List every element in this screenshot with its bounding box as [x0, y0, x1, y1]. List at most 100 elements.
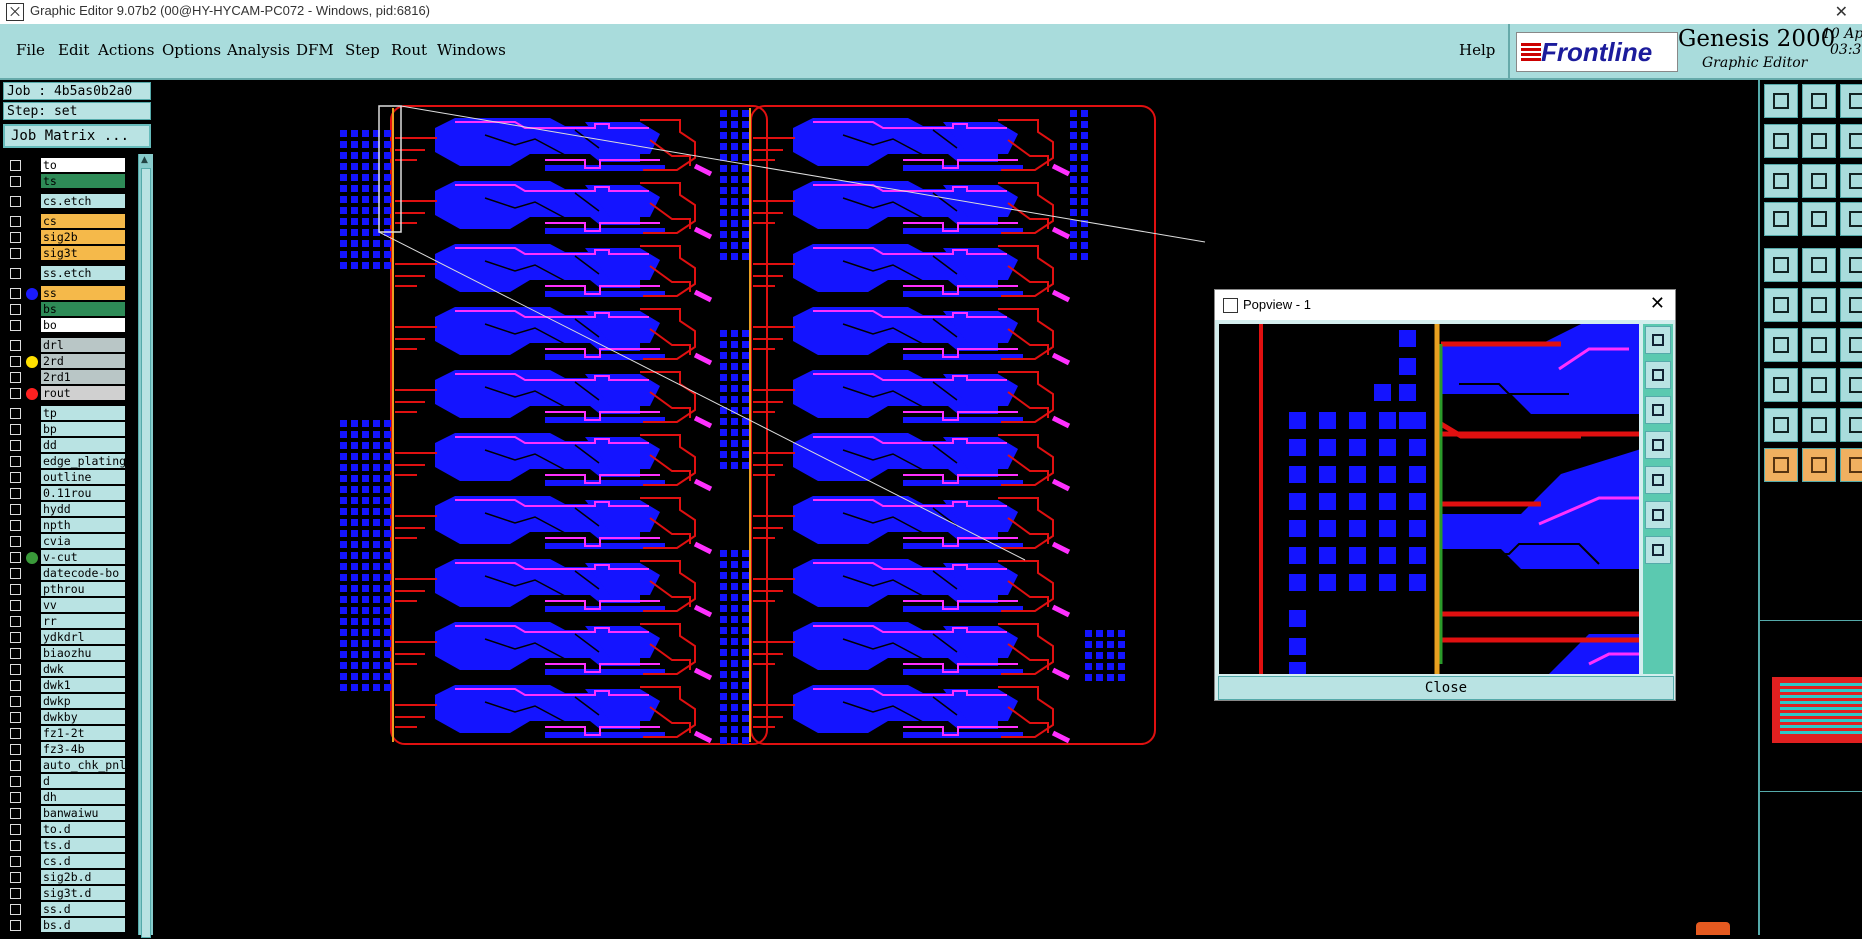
layer-row[interactable]: rout: [3, 386, 127, 401]
layer-row[interactable]: dwkp: [3, 694, 127, 709]
step-back-button[interactable]: [1764, 124, 1798, 158]
add-pad-button[interactable]: [1764, 248, 1798, 282]
layer-name[interactable]: cs.etch: [41, 194, 125, 208]
layer-checkbox[interactable]: [10, 356, 21, 367]
layer-row[interactable]: v-cut: [3, 550, 127, 565]
layer-name[interactable]: cs: [41, 214, 125, 228]
layer-name[interactable]: fz3-4b: [41, 742, 125, 756]
layer-name[interactable]: cvia: [41, 534, 125, 548]
scroll-up-icon[interactable]: ▲: [141, 155, 148, 165]
layer-name[interactable]: rout: [41, 386, 125, 400]
scroll-thumb[interactable]: [141, 168, 151, 938]
trim-button[interactable]: [1802, 368, 1836, 402]
job-matrix-button[interactable]: Job Matrix ...: [3, 124, 151, 148]
add-line-button[interactable]: [1802, 248, 1836, 282]
layer-checkbox[interactable]: [10, 456, 21, 467]
ruler-button[interactable]: [1840, 164, 1862, 198]
layer-name[interactable]: cs.d: [41, 854, 125, 868]
layer-scrollbar[interactable]: ▲: [138, 154, 153, 938]
layer-checkbox[interactable]: [10, 584, 21, 595]
menu-options[interactable]: Options: [162, 41, 221, 59]
layer-name[interactable]: to: [41, 158, 125, 172]
layer-name[interactable]: dh: [41, 790, 125, 804]
layer-row[interactable]: auto_chk_pnl: [3, 758, 127, 773]
layer-row[interactable]: 0.11rou: [3, 486, 127, 501]
layer-name[interactable]: datecode-bo: [41, 566, 125, 580]
layer-name[interactable]: edge_plating: [41, 454, 125, 468]
menu-file[interactable]: File: [16, 41, 45, 59]
layer-row[interactable]: dwkby: [3, 710, 127, 725]
layer-name[interactable]: vv: [41, 598, 125, 612]
layer-checkbox[interactable]: [10, 840, 21, 851]
menu-windows[interactable]: Windows: [437, 41, 506, 59]
layer-checkbox[interactable]: [10, 760, 21, 771]
step-forward-button[interactable]: [1802, 124, 1836, 158]
line-button[interactable]: [1764, 328, 1798, 362]
layer-checkbox[interactable]: [10, 568, 21, 579]
layer-row[interactable]: sig3t.d: [3, 886, 127, 901]
layer-checkbox[interactable]: [10, 372, 21, 383]
layer-row[interactable]: d: [3, 774, 127, 789]
layer-checkbox[interactable]: [10, 248, 21, 259]
split-button[interactable]: [1840, 124, 1862, 158]
menu-step[interactable]: Step: [345, 41, 380, 59]
zoom-center-button[interactable]: [1802, 164, 1836, 198]
refresh-button[interactable]: [1840, 448, 1862, 482]
layer-checkbox[interactable]: [10, 824, 21, 835]
layer-checkbox[interactable]: [10, 920, 21, 931]
select-pad-button[interactable]: [1764, 368, 1798, 402]
layer-checkbox[interactable]: [10, 268, 21, 279]
net-button[interactable]: [1764, 288, 1798, 322]
layer-name[interactable]: dwkp: [41, 694, 125, 708]
layer-row[interactable]: ss: [3, 286, 127, 301]
layer-checkbox[interactable]: [10, 728, 21, 739]
layer-name[interactable]: 2rd1: [41, 370, 125, 384]
layer-checkbox[interactable]: [10, 904, 21, 915]
layer-checkbox[interactable]: [10, 304, 21, 315]
popview-close-icon[interactable]: ✕: [1650, 293, 1665, 314]
layer-row[interactable]: pthrou: [3, 582, 127, 597]
layer-row[interactable]: bs.d: [3, 918, 127, 933]
drawing-button[interactable]: [1764, 202, 1798, 236]
layer-checkbox[interactable]: [10, 160, 21, 171]
layer-row[interactable]: dh: [3, 790, 127, 805]
slash-button[interactable]: [1802, 328, 1836, 362]
layer-name[interactable]: biaozhu: [41, 646, 125, 660]
layer-row[interactable]: ss.d: [3, 902, 127, 917]
overview-map[interactable]: [1760, 620, 1862, 792]
layer-row[interactable]: rr: [3, 614, 127, 629]
layer-name[interactable]: ss.etch: [41, 266, 125, 280]
popview-zoom-in-button[interactable]: [1645, 361, 1671, 389]
layer-checkbox[interactable]: [10, 856, 21, 867]
layer-checkbox[interactable]: [10, 340, 21, 351]
popview-expand-button[interactable]: [1645, 536, 1671, 564]
layer-name[interactable]: sig3t.d: [41, 886, 125, 900]
layer-checkbox[interactable]: [10, 388, 21, 399]
layer-row[interactable]: ss.etch: [3, 266, 127, 281]
zoom-fit-button[interactable]: [1764, 164, 1798, 198]
layer-checkbox[interactable]: [10, 664, 21, 675]
layer-name[interactable]: ss.d: [41, 902, 125, 916]
layer-name[interactable]: hydd: [41, 502, 125, 516]
menu-help[interactable]: Help: [1459, 41, 1495, 59]
layer-name[interactable]: v-cut: [41, 550, 125, 564]
layer-checkbox[interactable]: [10, 504, 21, 515]
layer-row[interactable]: 2rd: [3, 354, 127, 369]
layer-name[interactable]: npth: [41, 518, 125, 532]
menu-rout[interactable]: Rout: [391, 41, 427, 59]
arc-button[interactable]: [1840, 328, 1862, 362]
route-button[interactable]: [1840, 202, 1862, 236]
layer-name[interactable]: dwkby: [41, 710, 125, 724]
layer-checkbox[interactable]: [10, 792, 21, 803]
layer-row[interactable]: to.d: [3, 822, 127, 837]
pointer-button[interactable]: [1764, 448, 1798, 482]
layer-name[interactable]: sig2b: [41, 230, 125, 244]
popview-close-button[interactable]: Close: [1218, 676, 1674, 700]
layer-row[interactable]: ts: [3, 174, 127, 189]
measure-button[interactable]: [1840, 408, 1862, 442]
menu-edit[interactable]: Edit: [58, 41, 89, 59]
layer-checkbox[interactable]: [10, 648, 21, 659]
popview-pan-button[interactable]: [1645, 431, 1671, 459]
layer-name[interactable]: bo: [41, 318, 125, 332]
layer-name[interactable]: sig2b.d: [41, 870, 125, 884]
